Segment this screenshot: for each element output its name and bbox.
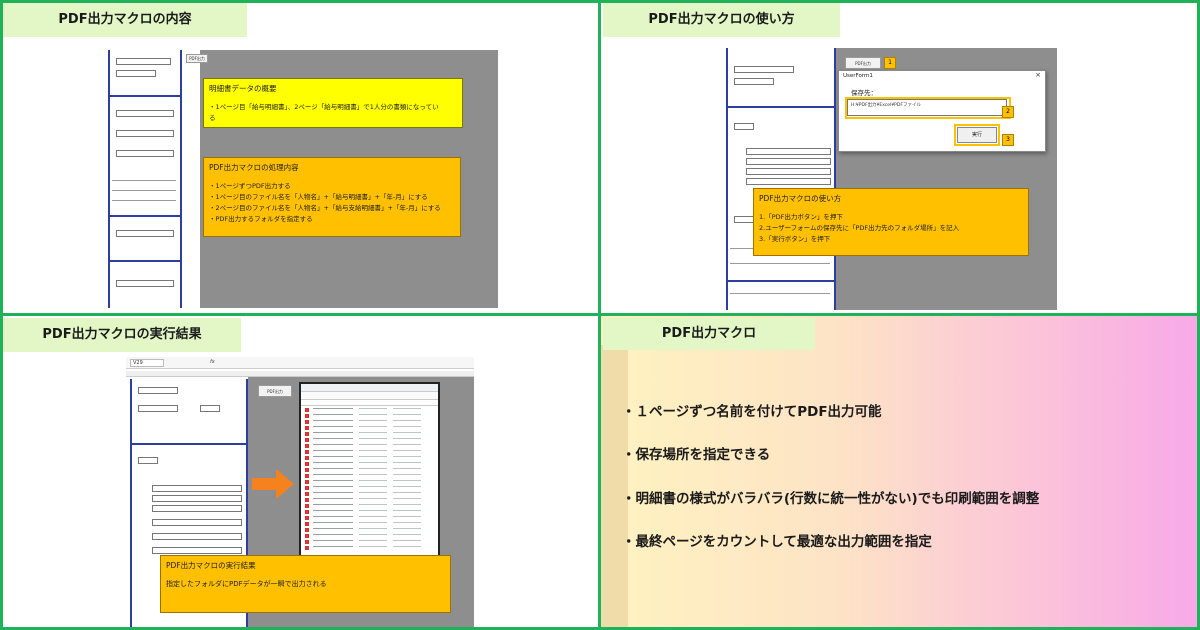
panel-macro-usage: PDF出力マクロの使い方 PDF出力 1 UserForm1 × 保存先： H:… — [600, 0, 1200, 315]
note-usage-line-3: 3.「実行ボタン」を押下 — [759, 235, 831, 243]
note-process-line-2: ・1ページ目のファイル名を「人物名」+「給与明細書」+「年-月」にする — [209, 193, 428, 201]
frame-left — [0, 0, 3, 630]
pdf-file-list — [301, 408, 438, 566]
name-box[interactable]: V29 — [130, 359, 164, 367]
frame-center — [598, 0, 601, 630]
pdf-output-button[interactable]: PDF出力 — [258, 385, 292, 397]
formula-fx-icon: fx — [210, 359, 215, 365]
file-explorer-window — [299, 382, 440, 568]
note-process-line-3: ・2ページ目のファイル名を「人物名」+「給与支給明細書」+「年-月」にする — [209, 204, 441, 212]
panel-macro-content: PDF出力マクロの内容 PDF出力 明細書データの概要 ・1ページ目「給与明細書… — [0, 0, 600, 315]
pdf-output-button[interactable]: PDF出力 — [186, 54, 208, 63]
summary-item-3: ・明細書の様式がバラバラ(行数に統一性がない)でも印刷範囲を調整 — [622, 491, 1040, 507]
userform-title: UserForm1 — [843, 73, 873, 79]
note-process-line-1: ・1ページずつPDF出力する — [209, 182, 291, 190]
note-process-title: PDF出力マクロの処理内容 — [209, 163, 299, 172]
summary-item-4: ・最終ページをカウントして最適な出力範囲を指定 — [622, 534, 932, 550]
step-badge-2: 2 — [1002, 106, 1014, 118]
close-icon[interactable]: × — [1035, 71, 1041, 79]
pdf-output-button[interactable]: PDF出力 — [845, 57, 881, 69]
step-badge-1: 1 — [884, 57, 896, 69]
tab-macro-content: PDF出力マクロの内容 — [3, 3, 247, 37]
panel-macro-summary: PDF出力マクロ ・１ページずつ名前を付けてPDF出力可能 ・保存場所を指定でき… — [600, 315, 1200, 630]
note-usage-title: PDF出力マクロの使い方 — [759, 194, 842, 203]
panel-macro-result: PDF出力マクロの実行結果 V29 fx PDF出力 PDF出力マクロの実行結果… — [0, 315, 600, 630]
arrow-right-icon — [252, 469, 294, 499]
note-process-line-4: ・PDF出力するフォルダを指定する — [209, 215, 313, 223]
step-badge-3: 3 — [1002, 134, 1014, 146]
note-execution-result: PDF出力マクロの実行結果 指定したフォルダにPDFデータが一瞬で出力される — [160, 555, 451, 613]
note-result-line: 指定したフォルダにPDFデータが一瞬で出力される — [166, 580, 327, 588]
note-usage: PDF出力マクロの使い方 1.「PDF出力ボタン」を押下 2.ユーザーフォームの… — [753, 188, 1029, 256]
note-data-overview: 明細書データの概要 ・1ページ目「給与明細書」、2ページ「給与明細書」で1人分の… — [203, 78, 463, 128]
userform-dialog: UserForm1 × 保存先： H:¥PDF出力¥Excel¥PDFファイル … — [838, 70, 1046, 152]
note-overview-line-1: ・1ページ目「給与明細書」、2ページ「給与明細書」で1人分の書類になってい — [209, 103, 439, 111]
tab-macro-result: PDF出力マクロの実行結果 — [3, 318, 241, 352]
note-overview-line-2: る — [209, 114, 216, 122]
summary-item-1: ・１ページずつ名前を付けてPDF出力可能 — [622, 404, 882, 420]
tab-macro-usage: PDF出力マクロの使い方 — [603, 3, 840, 37]
note-overview-title: 明細書データの概要 — [209, 84, 277, 93]
note-process-content: PDF出力マクロの処理内容 ・1ページずつPDF出力する ・1ページ目のファイル… — [203, 157, 461, 237]
note-result-title: PDF出力マクロの実行結果 — [166, 561, 256, 570]
save-location-label: 保存先： — [851, 89, 877, 97]
note-usage-line-1: 1.「PDF出力ボタン」を押下 — [759, 213, 843, 221]
summary-item-2: ・保存場所を指定できる — [622, 447, 771, 463]
note-usage-line-2: 2.ユーザーフォームの保存先に「PDF出力先のフォルダ場所」を記入 — [759, 224, 960, 232]
tab-macro-summary: PDF出力マクロ — [603, 318, 815, 350]
